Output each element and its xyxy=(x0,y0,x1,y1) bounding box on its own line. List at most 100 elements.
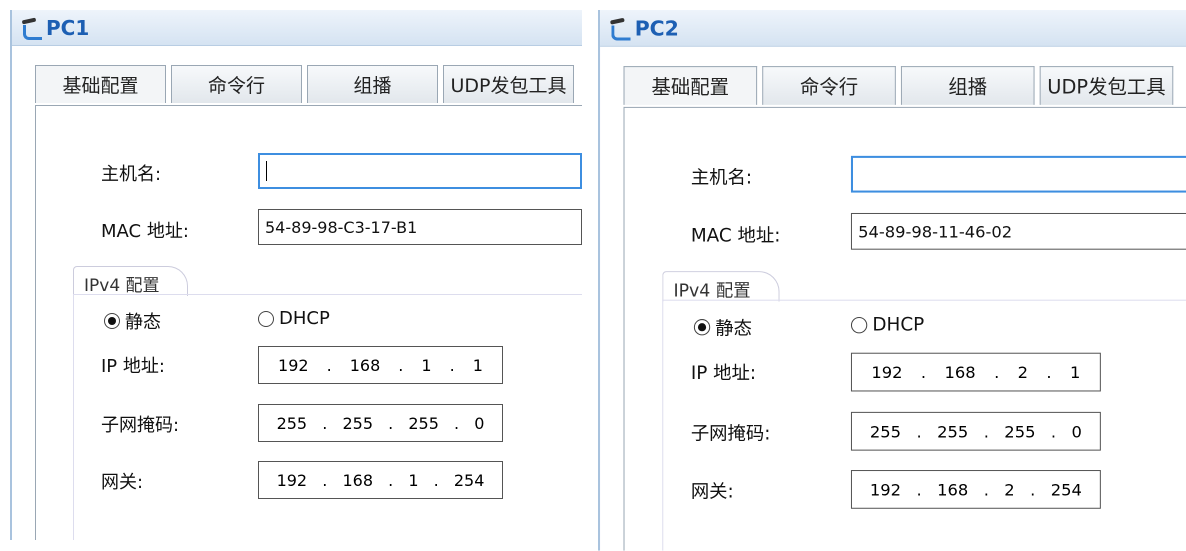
gateway-octet[interactable]: 254 xyxy=(454,471,485,490)
title-bar: PC1 xyxy=(12,10,582,46)
ip-address-octet[interactable]: 168 xyxy=(945,362,976,381)
mask-label: 子网掩码: xyxy=(691,419,771,446)
octet-separator: . xyxy=(322,414,327,433)
ip-label: IP 地址: xyxy=(691,359,756,386)
window-title: PC2 xyxy=(635,16,679,40)
gateway-octet[interactable]: 192 xyxy=(870,480,901,499)
octet-separator: . xyxy=(454,414,459,433)
gateway-octet[interactable]: 192 xyxy=(277,471,308,490)
tab-multicast[interactable]: 组播 xyxy=(307,65,438,103)
hostname-input[interactable] xyxy=(851,156,1186,193)
octet-separator: . xyxy=(388,414,393,433)
hostname-label: 主机名: xyxy=(101,160,161,186)
radio-selected-icon xyxy=(694,319,710,335)
pc1-config-window: PC1 基础配置命令行组播UDP发包工具 主机名: MAC 地址: 54-89-… xyxy=(10,10,582,540)
gateway-octet[interactable]: 254 xyxy=(1051,480,1082,499)
ip-address-octet[interactable]: 1 xyxy=(421,356,431,375)
tab-basic-config[interactable]: 基础配置 xyxy=(624,66,758,105)
octet-separator: . xyxy=(916,480,921,499)
ip-address-octet[interactable]: 192 xyxy=(278,356,309,375)
mac-value: 54-89-98-11-46-02 xyxy=(858,222,1012,241)
tab-basic-config[interactable]: 基础配置 xyxy=(35,65,166,103)
dhcp-radio[interactable]: DHCP xyxy=(258,308,330,329)
ip-address-octet[interactable]: 2 xyxy=(1018,362,1028,381)
tab-bar: 基础配置命令行组播UDP发包工具 xyxy=(35,65,582,105)
tab-bar: 基础配置命令行组播UDP发包工具 xyxy=(624,66,1186,107)
subnet-mask-octet[interactable]: 255 xyxy=(408,414,439,433)
pc-icon xyxy=(608,17,630,39)
pc2-config-window: PC2 基础配置命令行组播UDP发包工具 主机名: MAC 地址: 54-89-… xyxy=(598,10,1186,551)
ip-address-octet[interactable]: 168 xyxy=(350,356,381,375)
hostname-label: 主机名: xyxy=(691,163,752,190)
pc-icon xyxy=(20,17,42,39)
ip-address-field[interactable]: 192. 168. 2. 1 xyxy=(851,353,1101,392)
subnet-mask-octet[interactable]: 255 xyxy=(1004,422,1035,441)
gateway-octet[interactable]: 2 xyxy=(1004,480,1014,499)
hostname-input[interactable] xyxy=(258,153,582,189)
subnet-mask-field[interactable]: 255.255.255.0 xyxy=(851,412,1101,451)
octet-separator: . xyxy=(450,356,455,375)
ip-address-octet[interactable]: 1 xyxy=(473,356,483,375)
octet-separator: . xyxy=(984,422,989,441)
tab-udp-tool[interactable]: UDP发包工具 xyxy=(443,65,574,103)
gateway-octet[interactable]: 168 xyxy=(937,480,968,499)
dhcp-radio[interactable]: DHCP xyxy=(851,314,924,335)
subnet-mask-octet[interactable]: 255 xyxy=(937,422,968,441)
static-radio[interactable]: 静态 xyxy=(104,308,161,334)
gateway-field[interactable]: 192. 168. 2. 254 xyxy=(851,470,1101,509)
group-divider xyxy=(73,294,74,540)
mac-value: 54-89-98-C3-17-B1 xyxy=(265,218,417,237)
octet-separator: . xyxy=(434,471,439,490)
radio-selected-icon xyxy=(104,313,120,329)
octet-separator: . xyxy=(327,356,332,375)
basic-config-content: 主机名: MAC 地址: 54-89-98-11-46-02 IPv4 配置 静… xyxy=(624,107,1186,551)
text-caret xyxy=(266,161,267,181)
group-divider xyxy=(662,300,663,551)
tab-multicast[interactable]: 组播 xyxy=(901,66,1035,105)
gateway-label: 网关: xyxy=(691,477,734,504)
ip-address-octet[interactable]: 1 xyxy=(1070,362,1080,381)
gateway-octet[interactable]: 168 xyxy=(342,471,373,490)
ip-address-field[interactable]: 192. 168. 1. 1 xyxy=(258,346,503,384)
ipv4-group-tab: IPv4 配置 xyxy=(662,271,779,302)
ip-label: IP 地址: xyxy=(101,352,165,378)
octet-separator: . xyxy=(398,356,403,375)
static-label: 静态 xyxy=(125,308,161,334)
mac-label: MAC 地址: xyxy=(691,221,781,248)
gateway-label: 网关: xyxy=(101,468,143,494)
subnet-mask-octet[interactable]: 255 xyxy=(277,414,308,433)
mac-input[interactable]: 54-89-98-11-46-02 xyxy=(851,213,1186,250)
dhcp-label: DHCP xyxy=(872,314,924,335)
dhcp-label: DHCP xyxy=(279,308,330,329)
subnet-mask-octet[interactable]: 0 xyxy=(1072,422,1082,441)
octet-separator: . xyxy=(984,480,989,499)
gateway-field[interactable]: 192. 168. 1. 254 xyxy=(258,461,503,499)
basic-config-content: 主机名: MAC 地址: 54-89-98-C3-17-B1 IPv4 配置 静… xyxy=(35,105,582,540)
radio-unselected-icon xyxy=(258,311,274,327)
tab-udp-tool[interactable]: UDP发包工具 xyxy=(1040,66,1174,105)
octet-separator: . xyxy=(322,471,327,490)
octet-separator: . xyxy=(388,471,393,490)
subnet-mask-octet[interactable]: 255 xyxy=(870,422,901,441)
window-title: PC1 xyxy=(46,16,89,40)
mac-input[interactable]: 54-89-98-C3-17-B1 xyxy=(258,209,582,245)
ip-address-octet[interactable]: 192 xyxy=(871,362,902,381)
tab-command-line[interactable]: 命令行 xyxy=(762,66,896,105)
octet-separator: . xyxy=(994,362,999,381)
group-divider xyxy=(662,300,1186,301)
title-bar: PC2 xyxy=(600,10,1186,47)
group-divider xyxy=(73,294,582,295)
static-radio[interactable]: 静态 xyxy=(694,314,752,341)
octet-separator: . xyxy=(1046,362,1051,381)
octet-separator: . xyxy=(921,362,926,381)
octet-separator: . xyxy=(1051,422,1056,441)
octet-separator: . xyxy=(1030,480,1035,499)
mask-label: 子网掩码: xyxy=(101,411,179,437)
gateway-octet[interactable]: 1 xyxy=(408,471,418,490)
static-label: 静态 xyxy=(715,314,752,341)
ipv4-group-tab: IPv4 配置 xyxy=(73,266,188,296)
subnet-mask-octet[interactable]: 255 xyxy=(342,414,373,433)
subnet-mask-octet[interactable]: 0 xyxy=(474,414,484,433)
tab-command-line[interactable]: 命令行 xyxy=(171,65,302,103)
subnet-mask-field[interactable]: 255. 255. 255. 0 xyxy=(258,404,503,442)
